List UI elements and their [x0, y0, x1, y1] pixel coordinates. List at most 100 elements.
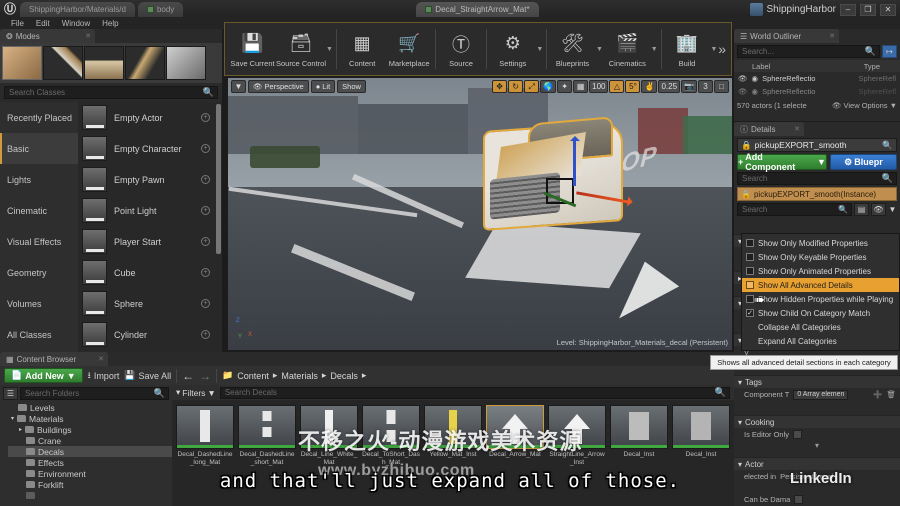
menu-help[interactable]: Help	[97, 19, 123, 28]
column-label[interactable]: Label	[738, 62, 770, 71]
folder-search-input[interactable]: Search Folders 🔍	[20, 387, 169, 400]
add-component-button[interactable]: + Add Component ▼	[737, 152, 827, 172]
outliner-view-options-button[interactable]: 👁 View Options ▼	[832, 101, 897, 110]
place-item-cylinder[interactable]: Cylinder +	[78, 319, 222, 350]
view-options-eye-icon[interactable]: 👁	[871, 203, 886, 216]
details-property-component-tags[interactable]: Component T 0 Array elemen ➕ 🗑	[734, 388, 900, 401]
editor-tab-0[interactable]: ShippingHarbor/Materials/d	[20, 2, 135, 17]
place-item-sphere[interactable]: Sphere +	[78, 288, 222, 319]
world-space-icon[interactable]: 🌎	[540, 80, 557, 93]
blueprint-button[interactable]: ⚙ Bluepr	[829, 154, 897, 170]
camera-icon[interactable]: 📷	[681, 80, 697, 93]
translate-gizmo-icon[interactable]: ✥	[492, 80, 508, 93]
details-category-cooking[interactable]: ▾ Cooking	[734, 415, 900, 428]
menu-file[interactable]: File	[6, 19, 29, 28]
marketplace-button[interactable]: 🛒 Marketplace	[386, 24, 433, 74]
expand-advanced-arrow-icon[interactable]: ▾	[734, 441, 900, 450]
menu-show-hidden-properties-while-playing[interactable]: Show Hidden Properties while Playing	[742, 292, 899, 306]
maximize-button[interactable]: ❐	[860, 3, 876, 16]
actor-name-input[interactable]: 🔒 pickupEXPORT_smooth 🔍	[737, 138, 897, 152]
minimize-button[interactable]: –	[840, 3, 856, 16]
rotation-snap-value[interactable]: 5°	[625, 80, 641, 93]
place-item-player-start[interactable]: Player Start +	[78, 226, 222, 257]
rotation-snap-icon[interactable]: △	[609, 80, 625, 93]
editor-tab-2[interactable]: Decal_StraightArrow_Mat*	[416, 2, 539, 17]
asset-item[interactable]: Decal_DashedLine_long_Mat	[176, 405, 234, 466]
surface-snap-icon[interactable]: ✦	[557, 80, 573, 93]
add-new-button[interactable]: 📄 Add New ▼	[4, 368, 83, 383]
breadcrumb-content[interactable]: Content	[237, 371, 269, 381]
details-panel-tab[interactable]: ⓘ Details ✕	[734, 122, 804, 136]
category-all-classes[interactable]: All Classes	[0, 319, 78, 350]
modes-search-input[interactable]: Search Classes 🔍	[4, 86, 218, 99]
category-visual-effects[interactable]: Visual Effects	[0, 226, 78, 257]
checkbox-icon[interactable]	[746, 281, 754, 289]
add-icon[interactable]: +	[201, 268, 210, 277]
save-current-button[interactable]: 💾 Save Current	[229, 24, 276, 74]
breadcrumb-materials[interactable]: Materials	[281, 371, 318, 381]
folder-buildings[interactable]: ▸ Buildings	[8, 424, 172, 435]
settings-button[interactable]: ⚙ Settings	[489, 24, 536, 74]
chevron-down-icon[interactable]: ▼	[536, 24, 544, 74]
category-volumes[interactable]: Volumes	[0, 288, 78, 319]
save-all-button[interactable]: 💾 Save All	[124, 370, 171, 381]
place-item-point-light[interactable]: Point Light +	[78, 195, 222, 226]
place-item-empty-actor[interactable]: Empty Actor +	[78, 102, 222, 133]
close-icon[interactable]: ✕	[794, 125, 800, 133]
add-icon[interactable]: +	[201, 113, 210, 122]
show-menu-button[interactable]: Show	[337, 80, 366, 93]
asset-item[interactable]: Decal_Inst	[610, 405, 668, 466]
import-button[interactable]: ⭳ Import	[88, 368, 120, 384]
menu-window[interactable]: Window	[57, 19, 95, 28]
property-search-input[interactable]: Search 🔍	[737, 203, 852, 216]
close-button[interactable]: ✕	[880, 3, 896, 16]
view-mode-button[interactable]: 👁 Perspective	[248, 80, 309, 93]
menu-show-only-keyable-properties[interactable]: Show Only Keyable Properties	[742, 250, 899, 264]
property-checkbox[interactable]	[793, 430, 803, 439]
menu-show-all-advanced-details[interactable]: Show All Advanced Details	[742, 278, 899, 292]
property-checkbox[interactable]	[794, 495, 804, 504]
scale-snap-value[interactable]: 0.25	[658, 80, 681, 93]
landscape-mode-icon[interactable]	[84, 46, 124, 80]
placement-scrollbar[interactable]	[216, 104, 221, 254]
content-browser-tab[interactable]: ▦ Content Browser ✕	[0, 352, 108, 366]
scale-snap-icon[interactable]: ✌	[641, 80, 658, 93]
scale-gizmo-icon[interactable]: ⤢	[524, 80, 540, 93]
menu-show-only-modified-properties[interactable]: Show Only Modified Properties	[742, 236, 899, 250]
checkbox-icon[interactable]	[746, 239, 754, 247]
close-icon[interactable]: ✕	[85, 32, 91, 40]
property-value[interactable]: 0 Array elemen	[793, 389, 849, 400]
blueprints-button[interactable]: 🛠 Blueprints	[549, 24, 596, 74]
folder-levels[interactable]: Levels	[8, 402, 172, 413]
search-actor-icon[interactable]: 🔍	[882, 140, 893, 151]
content-button[interactable]: ▦ Content	[339, 24, 386, 74]
outliner-search-input[interactable]: Search... 🔍	[737, 45, 880, 58]
chevron-down-icon[interactable]: ▼	[710, 24, 718, 74]
lock-icon[interactable]: 🔒	[741, 140, 752, 151]
filter-folders-icon[interactable]: ☰	[3, 387, 18, 400]
menu-show-child-on-category-match[interactable]: ✓ Show Child On Category Match	[742, 306, 899, 320]
lighting-mode-button[interactable]: ● Lit	[310, 80, 336, 93]
maximize-viewport-icon[interactable]: □	[714, 80, 729, 93]
expander-icon[interactable]: ▾	[11, 415, 14, 422]
close-icon[interactable]: ✕	[98, 355, 104, 363]
foliage-mode-icon[interactable]	[125, 46, 165, 80]
actor-browser-icon[interactable]: ↦	[882, 45, 897, 58]
details-category-tags[interactable]: ▾ Tags	[734, 375, 900, 388]
chevron-down-icon[interactable]: ▼	[326, 24, 334, 74]
toolbar-overflow-button[interactable]: »	[718, 41, 731, 57]
asset-search-input[interactable]: Search Decals 🔍	[219, 386, 730, 399]
world-outliner-tab[interactable]: ☰ World Outliner ✕	[734, 29, 839, 43]
folder-effects[interactable]: Effects	[8, 457, 172, 468]
source-control-button[interactable]: 🗃 Source Control	[276, 24, 326, 74]
outliner-row[interactable]: 👁 ◉ SphereReflectio SphereRefl	[734, 72, 900, 85]
category-geometry[interactable]: Geometry	[0, 257, 78, 288]
filters-button[interactable]: ▾ Filters ▼	[176, 387, 216, 398]
place-item-empty-character[interactable]: Empty Character +	[78, 133, 222, 164]
viewport-options-icon[interactable]: ▼	[231, 80, 246, 93]
chevron-down-icon[interactable]: ▼	[596, 24, 604, 74]
chevron-down-icon[interactable]: ▼	[651, 24, 659, 74]
expander-icon[interactable]: ▸	[19, 426, 22, 433]
paint-mode-icon[interactable]	[43, 46, 83, 80]
component-row-selected[interactable]: 🔒 pickupEXPORT_smooth(Instance)	[737, 187, 897, 201]
